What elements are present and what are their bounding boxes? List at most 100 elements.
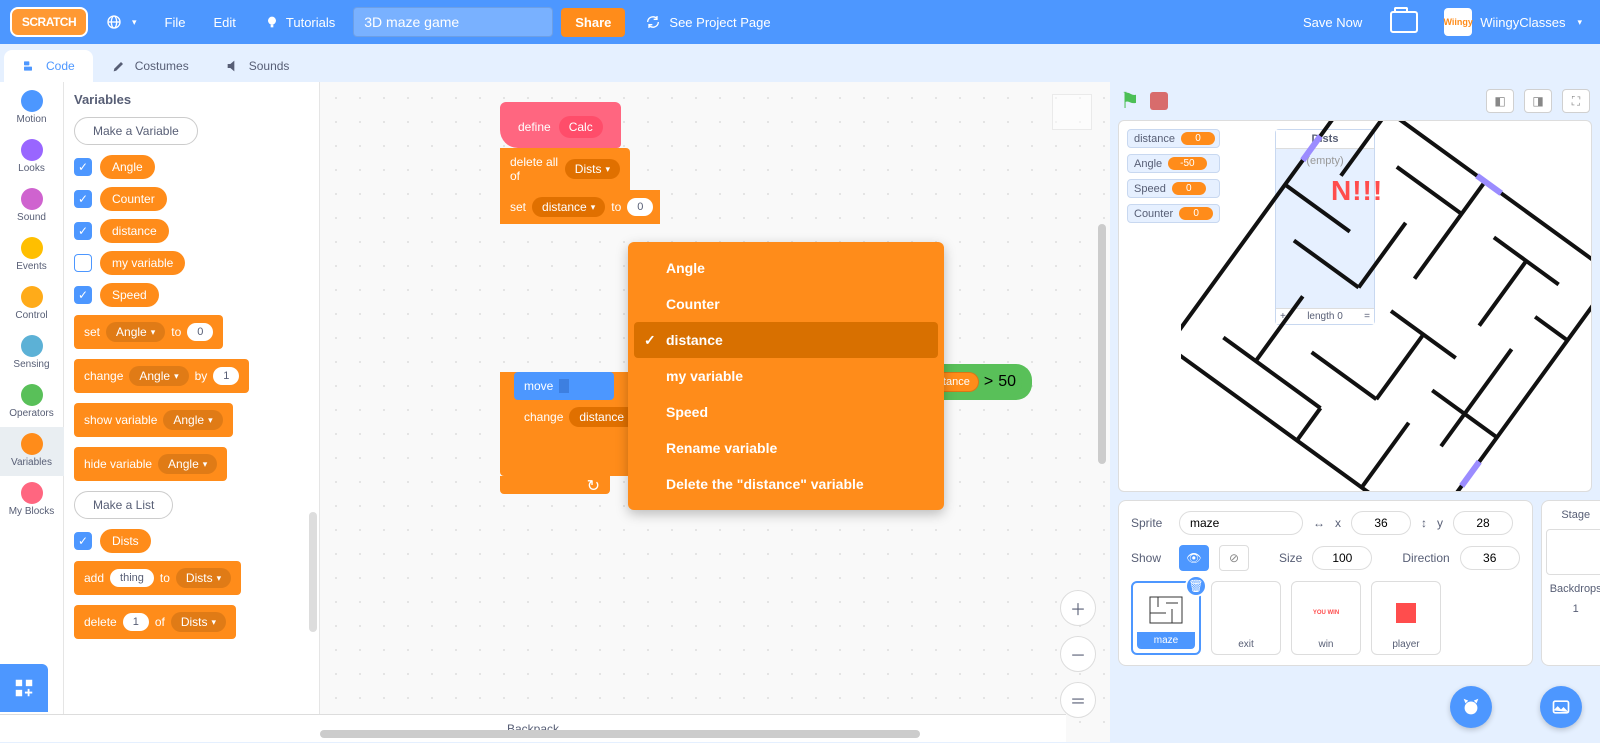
stage-large-button[interactable]: ◨ — [1524, 89, 1552, 113]
set-var-dd[interactable]: distance — [532, 197, 605, 217]
add-extension-button[interactable] — [0, 664, 48, 712]
palette-scrollbar[interactable] — [309, 512, 317, 632]
maze-sprite[interactable] — [1181, 120, 1592, 492]
sprite-card-maze[interactable]: 🗑maze — [1131, 581, 1201, 655]
tutorials-button[interactable]: Tutorials — [254, 8, 345, 36]
var-checkbox-Counter[interactable] — [74, 190, 92, 208]
var-checkbox-Angle[interactable] — [74, 158, 92, 176]
list-reporter-Dists[interactable]: Dists — [100, 529, 151, 553]
var-checkbox-distance[interactable] — [74, 222, 92, 240]
block-add-to-list[interactable]: add thing to Dists — [74, 561, 241, 595]
tab-costumes[interactable]: Costumes — [93, 50, 207, 82]
scratch-logo[interactable]: SCRATCH — [10, 7, 88, 37]
var-reporter-distance[interactable]: distance — [100, 219, 169, 243]
var-checkbox-Speed[interactable] — [74, 286, 92, 304]
del-list-dropdown[interactable]: Dists — [171, 612, 226, 632]
move-block[interactable]: move — [514, 372, 614, 400]
user-menu[interactable]: Wiingy WiingyClasses — [1436, 4, 1590, 40]
workspace-scrollbar-h[interactable] — [320, 730, 920, 738]
stage-thumbnail[interactable] — [1546, 529, 1600, 575]
make-list-button[interactable]: Make a List — [74, 491, 173, 519]
my-stuff[interactable] — [1380, 5, 1428, 39]
sprite-name-input[interactable] — [1179, 511, 1303, 535]
show-var-dropdown[interactable]: Angle — [163, 410, 222, 430]
dropdown-rename[interactable]: Rename variable — [634, 430, 938, 466]
category-looks[interactable]: Looks — [0, 133, 64, 182]
set-distance-block[interactable]: set distance to 0 — [500, 190, 660, 224]
add-thing-slot[interactable]: thing — [110, 569, 154, 587]
change-var-dropdown[interactable]: Angle — [129, 366, 188, 386]
category-my-blocks[interactable]: My Blocks — [0, 476, 64, 525]
tab-sounds[interactable]: Sounds — [207, 50, 308, 82]
outer-c-bottom[interactable]: ↻ — [500, 476, 610, 494]
category-operators[interactable]: Operators — [0, 378, 64, 427]
dropdown-item-Speed[interactable]: Speed — [634, 394, 938, 430]
add-list-dropdown[interactable]: Dists — [176, 568, 231, 588]
category-events[interactable]: Events — [0, 231, 64, 280]
zoom-out-button[interactable]: － — [1060, 636, 1096, 672]
set-value-slot[interactable]: 0 — [187, 323, 213, 341]
hide-var-dropdown[interactable]: Angle — [158, 454, 217, 474]
sprite-x-input[interactable] — [1351, 511, 1411, 535]
define-hat[interactable]: define Calc — [500, 102, 621, 148]
block-set-variable[interactable]: set Angle to 0 — [74, 315, 223, 349]
set-var-dropdown[interactable]: Angle — [106, 322, 165, 342]
var-reporter-my variable[interactable]: my variable — [100, 251, 185, 275]
sprite-y-input[interactable] — [1453, 511, 1513, 535]
file-menu[interactable]: File — [155, 9, 196, 36]
delete-sprite-icon[interactable]: 🗑 — [1185, 575, 1207, 597]
block-change-variable[interactable]: change Angle by 1 — [74, 359, 249, 393]
workspace-scrollbar-v[interactable] — [1098, 164, 1106, 564]
gt-val[interactable]: 50 — [998, 373, 1016, 391]
move-steps[interactable] — [559, 379, 569, 393]
del-idx-slot[interactable]: 1 — [123, 613, 149, 631]
stop-button[interactable] — [1150, 92, 1168, 110]
delete-all-block[interactable]: delete all of Dists — [500, 148, 630, 190]
stage-selector[interactable]: Stage Backdrops 1 — [1541, 500, 1600, 666]
make-variable-button[interactable]: Make a Variable — [74, 117, 198, 145]
dropdown-item-Angle[interactable]: Angle — [634, 250, 938, 286]
delete-list-dd[interactable]: Dists — [565, 159, 620, 179]
category-sensing[interactable]: Sensing — [0, 329, 64, 378]
list-checkbox-Dists[interactable] — [74, 532, 92, 550]
set-val-slot[interactable]: 0 — [627, 198, 653, 216]
zoom-in-button[interactable]: ＋ — [1060, 590, 1096, 626]
dropdown-delete[interactable]: Delete the "distance" variable — [634, 466, 938, 502]
var-reporter-Speed[interactable]: Speed — [100, 283, 159, 307]
variable-dropdown-menu[interactable]: AngleCounterdistancemy variableSpeed Ren… — [628, 242, 944, 510]
zoom-reset-button[interactable]: ＝ — [1060, 682, 1096, 718]
stage-fullscreen-button[interactable]: ⛶ — [1562, 89, 1590, 113]
sprite-card-player[interactable]: player — [1371, 581, 1441, 655]
edit-menu[interactable]: Edit — [203, 9, 245, 36]
category-sound[interactable]: Sound — [0, 182, 64, 231]
change-value-slot[interactable]: 1 — [213, 367, 239, 385]
script-stack[interactable]: define Calc delete all of Dists set dist… — [500, 102, 932, 494]
hide-sprite-button[interactable]: ⊘ — [1219, 545, 1249, 571]
stage-small-button[interactable]: ◧ — [1486, 89, 1514, 113]
var-reporter-Angle[interactable]: Angle — [100, 155, 155, 179]
var-checkbox-my variable[interactable] — [74, 254, 92, 272]
sprite-size-input[interactable] — [1312, 546, 1372, 570]
language-menu[interactable] — [96, 8, 147, 36]
var-reporter-Counter[interactable]: Counter — [100, 187, 167, 211]
dropdown-item-my-variable[interactable]: my variable — [634, 358, 938, 394]
sprite-card-win[interactable]: YOU WINwin — [1291, 581, 1361, 655]
stage[interactable]: distance0Angle-50Speed0Counter0 Dists (e… — [1118, 120, 1592, 492]
category-variables[interactable]: Variables — [0, 427, 64, 476]
project-title-input[interactable] — [353, 7, 553, 37]
sprite-dir-input[interactable] — [1460, 546, 1520, 570]
dropdown-item-Counter[interactable]: Counter — [634, 286, 938, 322]
add-sprite-fab[interactable] — [1450, 686, 1492, 728]
show-sprite-button[interactable]: 👁 — [1179, 545, 1209, 571]
tab-code[interactable]: Code — [4, 50, 93, 82]
category-control[interactable]: Control — [0, 280, 64, 329]
share-button[interactable]: Share — [561, 8, 625, 37]
save-now[interactable]: Save Now — [1293, 9, 1372, 36]
category-motion[interactable]: Motion — [0, 84, 64, 133]
sprite-card-exit[interactable]: exit — [1211, 581, 1281, 655]
block-show-variable[interactable]: show variable Angle — [74, 403, 233, 437]
dropdown-item-distance[interactable]: distance — [634, 322, 938, 358]
script-workspace[interactable]: define Calc delete all of Dists set dist… — [320, 82, 1110, 742]
green-flag[interactable]: ⚑ — [1120, 88, 1140, 114]
see-project-page[interactable]: See Project Page — [633, 8, 782, 36]
